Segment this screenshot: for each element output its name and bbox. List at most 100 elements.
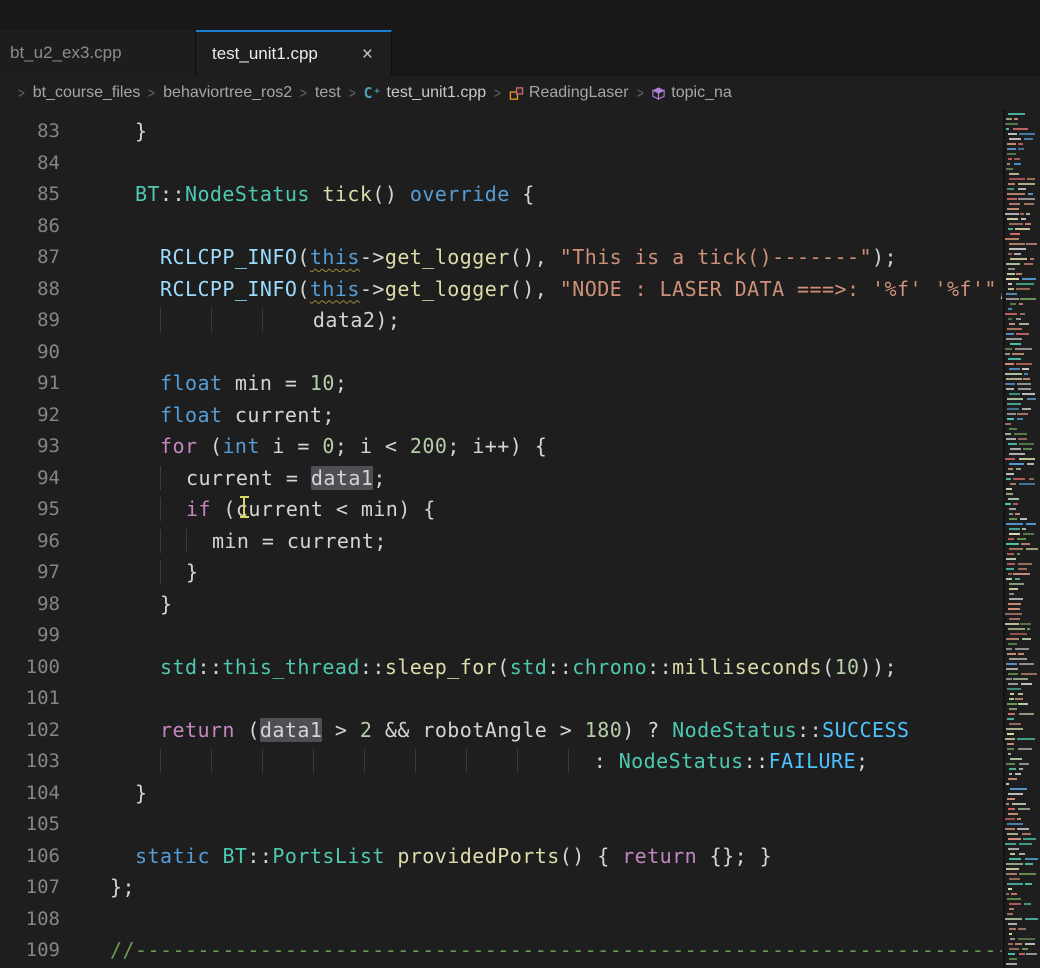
code-text: for (int i = 0; i < 200; i++) {	[110, 431, 547, 463]
code-line[interactable]: 98 }	[0, 589, 1002, 621]
line-number: 100	[0, 652, 60, 684]
code-text: return (data1 > 2 && robotAngle > 180) ?…	[110, 715, 910, 747]
line-number: 99	[0, 620, 60, 652]
line-number: 94	[0, 463, 60, 495]
tab-test-unit1-cpp[interactable]: test_unit1.cpp ×	[196, 30, 392, 76]
code-text: }	[110, 778, 147, 810]
code-line[interactable]: 91 float min = 10;	[0, 368, 1002, 400]
code-line[interactable]: 104 }	[0, 778, 1002, 810]
code-text: };	[110, 872, 135, 904]
line-number: 97	[0, 557, 60, 589]
code-line[interactable]: 106 static BT::PortsList providedPorts()…	[0, 841, 1002, 873]
line-number: 103	[0, 746, 60, 778]
code-line[interactable]: 96 min = current;	[0, 526, 1002, 558]
code-text: std::this_thread::sleep_for(std::chrono:…	[110, 652, 897, 684]
code-text: }	[110, 557, 198, 589]
code-line[interactable]: 83 }	[0, 116, 1002, 148]
code-text: }	[110, 589, 172, 621]
code-text: RCLCPP_INFO(this->get_logger(), "NODE : …	[110, 274, 1002, 306]
line-number: 87	[0, 242, 60, 274]
line-number: 104	[0, 778, 60, 810]
code-line[interactable]: 102 return (data1 > 2 && robotAngle > 18…	[0, 715, 1002, 747]
code-line[interactable]: 85 BT::NodeStatus tick() override {	[0, 179, 1002, 211]
editor-tab-bar: bt_u2_ex3.cpp test_unit1.cpp ×	[0, 30, 1040, 76]
code-line[interactable]: 109 //-----------------------------------…	[0, 935, 1002, 967]
line-number: 95	[0, 494, 60, 526]
breadcrumb-item-behaviortree-ros2[interactable]: behaviortree_ros2	[163, 84, 292, 102]
code-text: }	[110, 116, 147, 148]
line-number: 84	[0, 148, 60, 180]
line-number: 92	[0, 400, 60, 432]
title-bar	[0, 0, 1040, 30]
line-number: 90	[0, 337, 60, 369]
tab-label: test_unit1.cpp	[212, 44, 318, 64]
line-number: 106	[0, 841, 60, 873]
code-line[interactable]: 90	[0, 337, 1002, 369]
code-text: //--------------------------------------…	[110, 935, 1002, 967]
code-line[interactable]: 95 if (current < min) {	[0, 494, 1002, 526]
code-text: min = current;	[110, 526, 387, 558]
line-number: 101	[0, 683, 60, 715]
code-line[interactable]: 103 : NodeStatus::FAILURE;	[0, 746, 1002, 778]
line-number: 107	[0, 872, 60, 904]
code-text: float current;	[110, 400, 335, 432]
line-number: 88	[0, 274, 60, 306]
tab-close-icon[interactable]: ×	[358, 43, 377, 66]
line-number: 96	[0, 526, 60, 558]
code-line[interactable]: 100 std::this_thread::sleep_for(std::chr…	[0, 652, 1002, 684]
code-line[interactable]: 88 RCLCPP_INFO(this->get_logger(), "NODE…	[0, 274, 1002, 306]
code-line[interactable]: 87 RCLCPP_INFO(this->get_logger(), "This…	[0, 242, 1002, 274]
line-number: 102	[0, 715, 60, 747]
code-line[interactable]: 99	[0, 620, 1002, 652]
code-text: if (current < min) {	[110, 494, 436, 526]
line-number: 109	[0, 935, 60, 967]
breadcrumb-item-topic[interactable]: topic_na	[651, 84, 732, 102]
tab-label: bt_u2_ex3.cpp	[10, 43, 122, 63]
line-number: 85	[0, 179, 60, 211]
chevron-right-icon: >	[494, 85, 501, 102]
line-number: 98	[0, 589, 60, 621]
code-line[interactable]: 86	[0, 211, 1002, 243]
code-text: : NodeStatus::FAILURE;	[110, 746, 869, 778]
code-text: static BT::PortsList providedPorts() { r…	[110, 841, 772, 873]
code-line[interactable]: 108	[0, 904, 1002, 936]
code-editor: 83 }8485 BT::NodeStatus tick() override …	[0, 110, 1040, 968]
breadcrumb-item-bt-course-files[interactable]: bt_course_files	[33, 84, 141, 102]
code-line[interactable]: 92 float current;	[0, 400, 1002, 432]
code-line[interactable]: 105	[0, 809, 1002, 841]
tab-bt-u2-ex3-cpp[interactable]: bt_u2_ex3.cpp	[0, 30, 196, 76]
breadcrumb-item-test-unit1-cpp[interactable]: C⁺ test_unit1.cpp	[363, 84, 486, 102]
code-line[interactable]: 97 }	[0, 557, 1002, 589]
code-line[interactable]: 94 current = data1;	[0, 463, 1002, 495]
class-symbol-icon	[509, 86, 524, 101]
line-number: 93	[0, 431, 60, 463]
code-text: BT::NodeStatus tick() override {	[110, 179, 535, 211]
line-number: 86	[0, 211, 60, 243]
code-text: RCLCPP_INFO(this->get_logger(), "This is…	[110, 242, 897, 274]
chevron-right-icon: >	[18, 85, 25, 102]
breadcrumb-item-readinglaser[interactable]: ReadingLaser	[509, 84, 629, 102]
code-line[interactable]: 93 for (int i = 0; i < 200; i++) {	[0, 431, 1002, 463]
minimap[interactable]	[1003, 110, 1040, 968]
code-line[interactable]: 89 data2);	[0, 305, 1002, 337]
chevron-right-icon: >	[300, 85, 307, 102]
code-text: current = data1;	[110, 463, 386, 495]
breadcrumb: > bt_course_files > behaviortree_ros2 > …	[0, 76, 1040, 110]
chevron-right-icon: >	[148, 85, 155, 102]
line-number: 83	[0, 116, 60, 148]
line-number: 91	[0, 368, 60, 400]
code-text: data2);	[110, 305, 400, 337]
code-text: float min = 10;	[110, 368, 347, 400]
mouse-ibeam-cursor	[243, 496, 245, 518]
line-number: 89	[0, 305, 60, 337]
code-line[interactable]: 101	[0, 683, 1002, 715]
chevron-right-icon: >	[349, 85, 356, 102]
field-symbol-icon	[651, 86, 666, 101]
code-line[interactable]: 84	[0, 148, 1002, 180]
code-content: 83 }8485 BT::NodeStatus tick() override …	[0, 110, 1002, 968]
cpp-file-icon: C⁺	[363, 84, 381, 102]
breadcrumb-item-test[interactable]: test	[315, 84, 341, 102]
code-line[interactable]: 107};	[0, 872, 1002, 904]
line-number: 105	[0, 809, 60, 841]
chevron-right-icon: >	[636, 85, 643, 102]
